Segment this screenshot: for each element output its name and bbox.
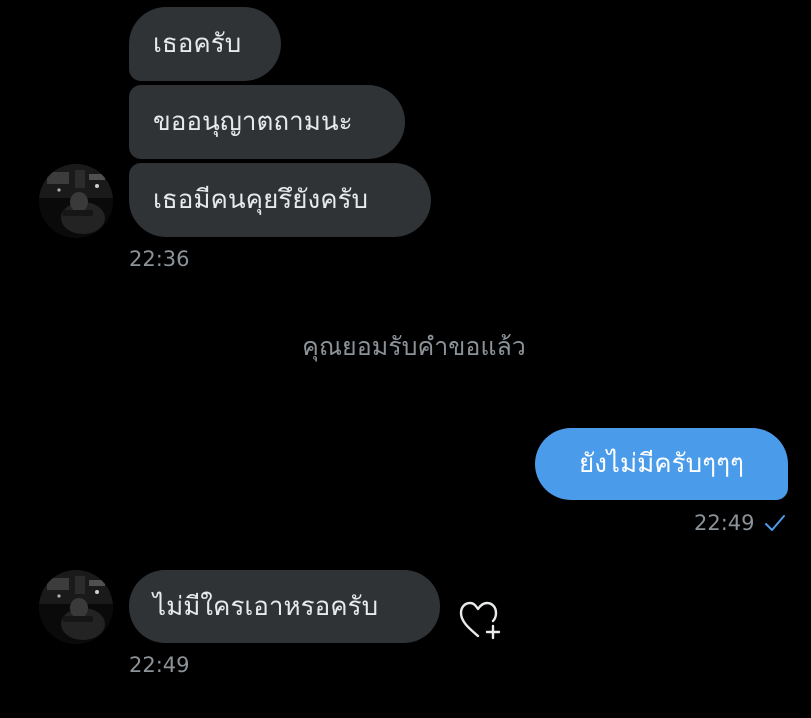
- message-timestamp: 22:49: [129, 653, 190, 677]
- avatar-photo: [39, 570, 113, 644]
- message-bubble-incoming[interactable]: เธอมีคนคุยรึยังครับ: [129, 163, 431, 237]
- avatar[interactable]: [39, 570, 113, 644]
- message-bubble-incoming[interactable]: ไม่มีใครเอาหรอครับ: [129, 570, 440, 643]
- message-bubble-outgoing[interactable]: ยังไม่มีครับๆๆๆ: [535, 428, 788, 500]
- avatar-photo: [39, 164, 113, 238]
- message-timestamp: 22:36: [129, 247, 190, 271]
- request-accepted-notice: คุณยอมรับคำขอแล้ว: [302, 332, 526, 361]
- message-bubble-incoming[interactable]: เธอครับ: [129, 7, 281, 81]
- message-timestamp: 22:49: [694, 511, 755, 535]
- avatar[interactable]: [39, 164, 113, 238]
- checkmark-icon: [765, 515, 785, 531]
- heart-plus-icon[interactable]: [456, 598, 504, 642]
- message-bubble-incoming[interactable]: ขออนุญาตถามนะ: [129, 85, 405, 159]
- message-text: ไม่มีใครเอาหรอครับ: [153, 591, 379, 622]
- message-text: ขออนุญาตถามนะ: [153, 107, 353, 137]
- message-text: เธอครับ: [153, 29, 242, 59]
- message-text: ยังไม่มีครับๆๆๆ: [578, 449, 745, 479]
- message-text: เธอมีคนคุยรึยังครับ: [153, 185, 369, 215]
